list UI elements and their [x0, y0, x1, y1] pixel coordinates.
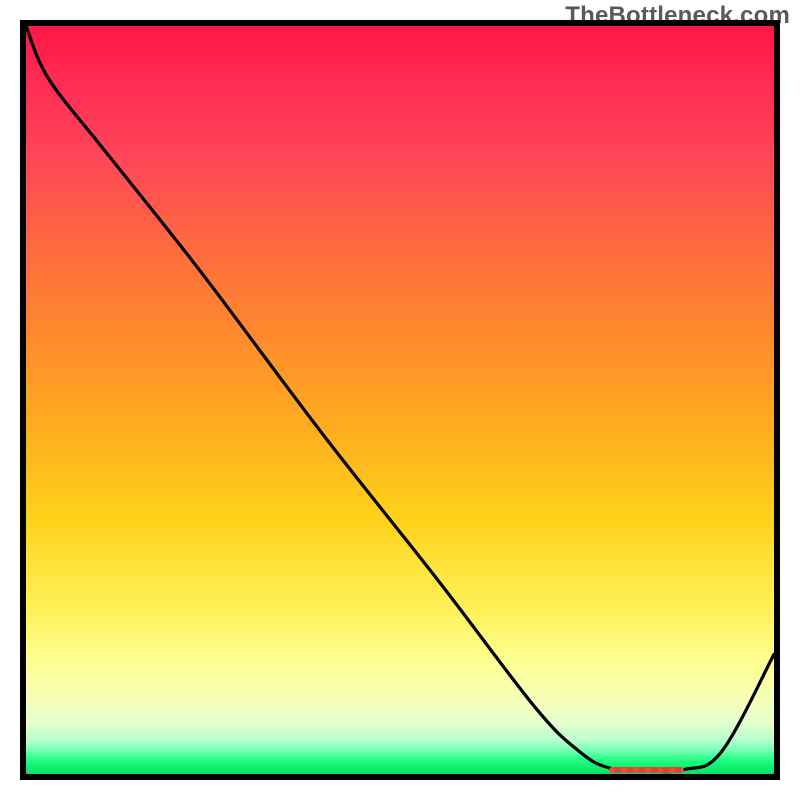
- optimum-marker: [609, 767, 684, 773]
- chart-container: TheBottleneck.com: [0, 0, 800, 800]
- curve-path: [26, 26, 774, 772]
- bottleneck-curve: [26, 26, 774, 774]
